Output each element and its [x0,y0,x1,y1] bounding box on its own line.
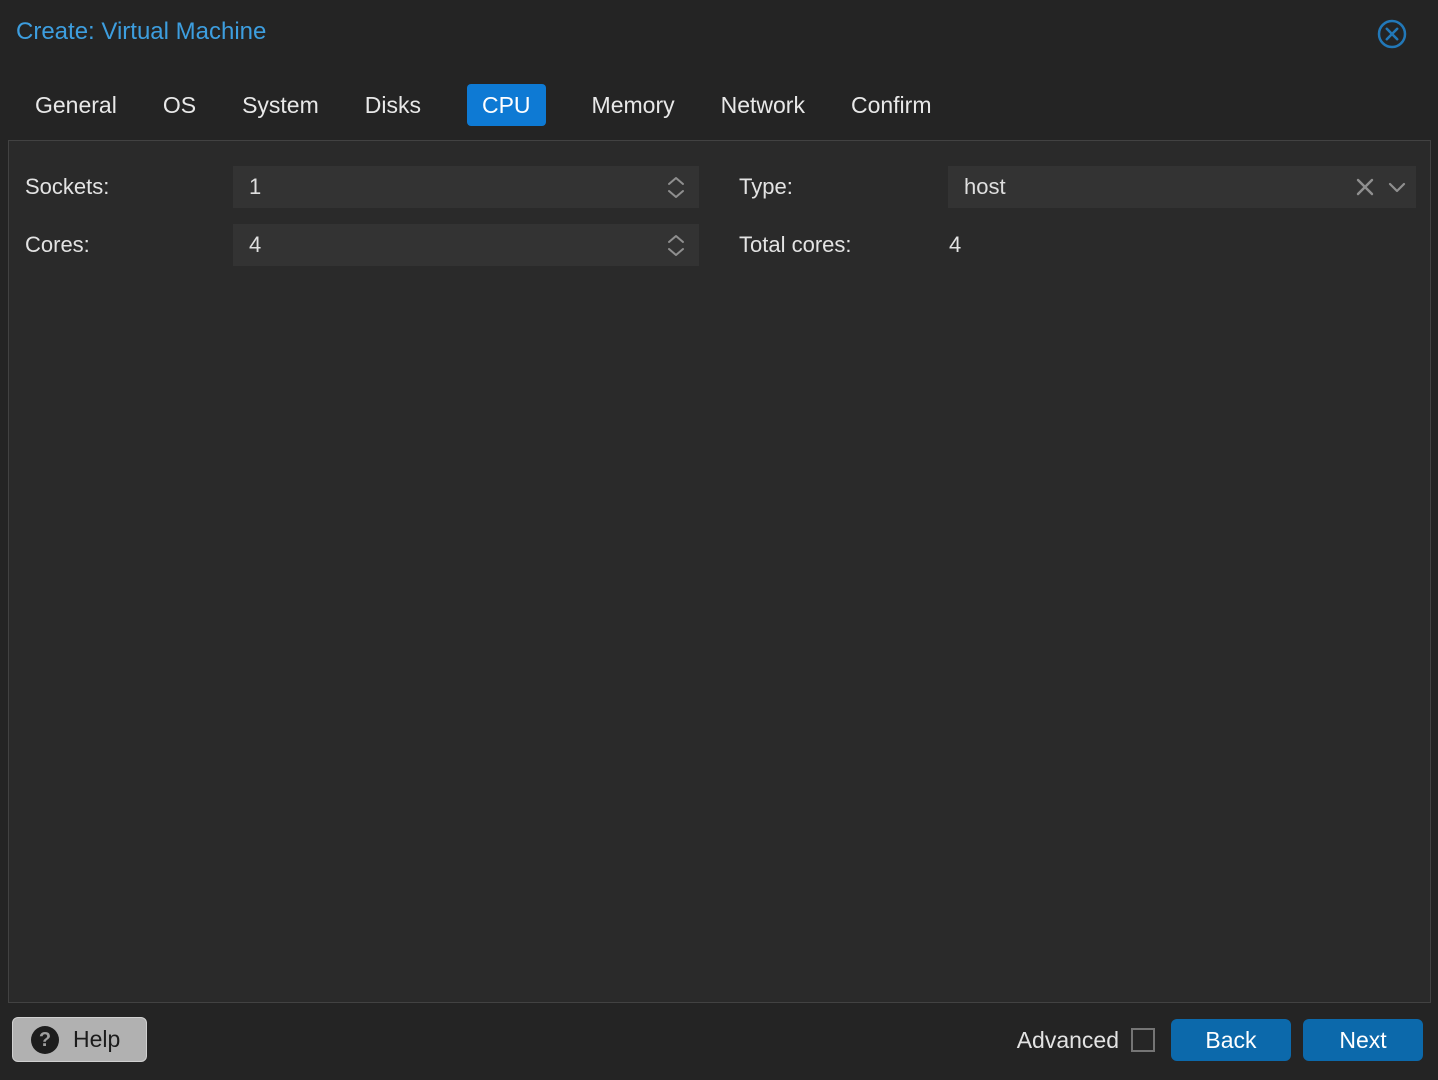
cores-spinner-down-button[interactable] [667,247,685,257]
help-button-label: Help [73,1026,121,1052]
type-clear-button[interactable] [1356,178,1374,196]
type-input[interactable] [948,166,1416,208]
chevron-down-icon [667,247,685,257]
next-button[interactable]: Next [1303,1019,1423,1061]
close-button[interactable] [1376,18,1408,50]
total-cores-value: 4 [949,232,962,257]
total-cores-label: Total cores: [739,232,852,257]
clear-x-icon [1356,178,1374,196]
sockets-spinner-down-button[interactable] [667,189,685,199]
tab-os[interactable]: OS [163,84,196,126]
type-label: Type: [739,174,793,199]
tab-cpu[interactable]: CPU [466,84,546,126]
advanced-label: Advanced [1016,1026,1119,1053]
type-dropdown-trigger[interactable] [1388,182,1406,193]
page-title: Create: Virtual Machine [16,18,267,45]
advanced-checkbox[interactable] [1131,1028,1155,1052]
wizard-tabbar: General OS System Disks CPU Memory Netwo… [35,84,931,126]
type-combo-icons [1356,166,1406,208]
sockets-label: Sockets: [25,174,110,199]
chevron-down-icon [667,189,685,199]
close-icon [1376,18,1408,50]
help-icon: ? [31,1025,59,1054]
tab-confirm[interactable]: Confirm [851,84,932,126]
tab-disks[interactable]: Disks [365,84,421,126]
tab-network[interactable]: Network [721,84,805,126]
sockets-spinner-up-button[interactable] [667,176,685,186]
cores-label: Cores: [25,232,90,257]
cores-spinner-up-button[interactable] [667,234,685,244]
chevron-up-icon [667,234,685,244]
tab-system[interactable]: System [242,84,319,126]
sockets-field [233,166,699,208]
help-button[interactable]: ? Help [12,1017,148,1062]
type-combobox [948,166,1416,208]
back-button[interactable]: Back [1171,1019,1291,1061]
tab-general[interactable]: General [35,84,117,126]
sockets-spinner [663,166,689,208]
cores-spinner [663,224,689,266]
cores-field [233,224,699,266]
chevron-down-icon [1388,182,1406,193]
tab-memory[interactable]: Memory [592,84,675,126]
chevron-up-icon [667,176,685,186]
cores-input[interactable] [233,224,699,266]
footer-actions: Advanced Back Next [1017,1019,1423,1061]
cpu-settings-panel: Sockets: Type: [8,140,1431,1003]
sockets-input[interactable] [233,166,699,208]
